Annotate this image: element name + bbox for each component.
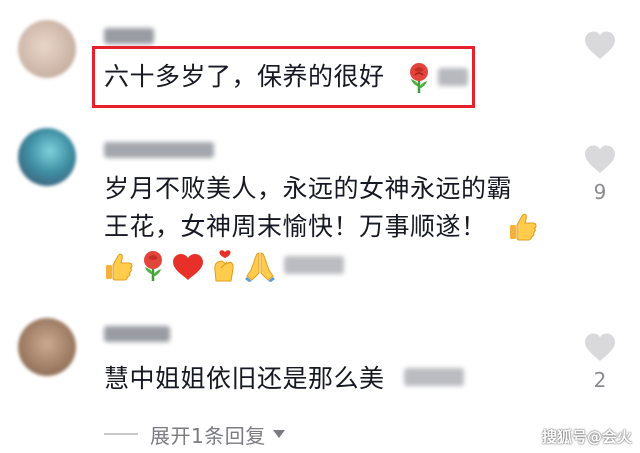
thumbs-up-icon (510, 213, 537, 241)
username-blurred[interactable] (104, 142, 214, 158)
heart-icon[interactable] (580, 332, 620, 362)
rose-icon (144, 251, 162, 281)
like-button[interactable]: 9 (580, 144, 620, 204)
folded-hands-icon (245, 252, 275, 282)
text-blurred (438, 68, 468, 86)
like-button[interactable]: 2 (580, 332, 620, 392)
watermark: 搜狐号@会火 (541, 428, 632, 446)
divider (104, 433, 138, 435)
heart-icon[interactable] (580, 30, 620, 60)
username-blurred[interactable] (104, 326, 170, 342)
caret-down-icon[interactable] (272, 429, 286, 439)
avatar[interactable] (18, 128, 76, 186)
finger-heart-icon (214, 250, 234, 282)
username-blurred[interactable] (104, 28, 154, 44)
comment-text: 慧中姐姐依旧还是那么美 (104, 364, 385, 393)
text-blurred (284, 256, 344, 274)
thumbs-up-icon (106, 253, 133, 281)
avatar[interactable] (18, 20, 76, 78)
text-blurred (404, 368, 464, 386)
heart-icon[interactable] (580, 144, 620, 174)
like-button[interactable] (580, 30, 620, 66)
expand-replies-label[interactable]: 展开1条回复 (150, 420, 266, 449)
like-count: 2 (593, 368, 607, 392)
comment-text: 六十多岁了，保养的很好 (104, 62, 385, 91)
avatar[interactable] (18, 318, 76, 376)
comment-text: 王花，女神周末愉快！万事顺遂！ (104, 212, 487, 241)
like-count: 9 (593, 180, 607, 204)
heart-emoji-icon (173, 254, 203, 280)
rose-icon (410, 63, 428, 93)
comment-text: 岁月不败美人，永远的女神永远的霸 (104, 174, 513, 203)
expand-replies-button[interactable]: 展开1条回复 (104, 420, 286, 448)
